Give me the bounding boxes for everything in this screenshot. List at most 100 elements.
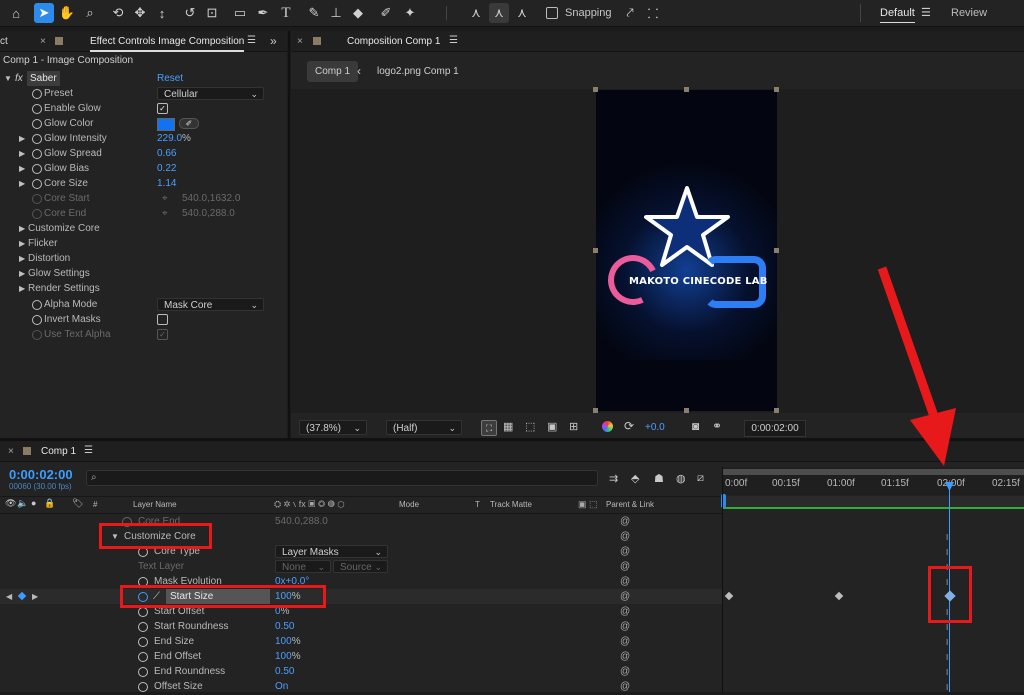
transform-handle[interactable] bbox=[774, 408, 779, 413]
graph-editor-icon[interactable]: ⧄ bbox=[697, 472, 704, 485]
invert-masks-checkbox[interactable] bbox=[157, 314, 168, 325]
eraser-tool-icon[interactable]: ◆ bbox=[348, 3, 368, 23]
orbit-camera-icon[interactable]: ⟲ bbox=[108, 3, 128, 23]
snapping-checkbox[interactable] bbox=[546, 7, 558, 19]
breadcrumb-comp[interactable]: Comp 1 bbox=[307, 61, 359, 82]
selection-tool-icon[interactable]: ➤ bbox=[34, 3, 54, 23]
core-type-dropdown[interactable]: Layer Masks ⌄ bbox=[275, 545, 388, 558]
transform-handle[interactable] bbox=[593, 248, 598, 253]
end-size-value[interactable]: 100 bbox=[275, 636, 292, 647]
composition-canvas[interactable]: MAKOTO CINECODE LAB bbox=[596, 90, 777, 411]
pickwhip-icon[interactable]: @ bbox=[620, 649, 630, 664]
home-icon[interactable]: ⌂ bbox=[6, 3, 26, 23]
next-keyframe-icon[interactable]: ▶ bbox=[32, 589, 38, 604]
zoom-tool-icon[interactable]: ⌕ bbox=[80, 3, 100, 23]
stopwatch-icon[interactable] bbox=[138, 622, 148, 632]
pickwhip-icon[interactable]: @ bbox=[620, 514, 630, 529]
core-size-value[interactable]: 1.14 bbox=[157, 176, 176, 191]
expand-triangle-icon[interactable]: ▶ bbox=[19, 146, 25, 161]
group-render-settings[interactable]: ▶ Render Settings bbox=[0, 281, 287, 296]
pickwhip-icon[interactable]: @ bbox=[620, 589, 630, 604]
expand-triangle-icon[interactable]: ▶ bbox=[19, 236, 25, 251]
zoom-dropdown[interactable]: (37.8%) ⌄ bbox=[299, 420, 367, 435]
glow-spread-value[interactable]: 0.66 bbox=[157, 146, 176, 161]
stopwatch-icon[interactable] bbox=[32, 104, 42, 114]
start-roundness-value[interactable]: 0.50 bbox=[275, 619, 294, 634]
brush-tool-icon[interactable]: ✎ bbox=[304, 3, 324, 23]
end-offset-value[interactable]: 100 bbox=[275, 651, 292, 662]
dolly-camera-icon[interactable]: ↕ bbox=[152, 3, 172, 23]
workspace-review[interactable]: Review bbox=[951, 7, 987, 19]
pickwhip-icon[interactable]: @ bbox=[620, 604, 630, 619]
stopwatch-icon[interactable] bbox=[138, 607, 148, 617]
composition-flowchart-icon[interactable]: ⇉ bbox=[609, 472, 618, 485]
stopwatch-icon[interactable] bbox=[32, 149, 42, 159]
snap-edges-icon[interactable]: ⤤ bbox=[620, 3, 640, 23]
glow-intensity-value[interactable]: 229.0 bbox=[157, 133, 182, 144]
workspace-menu-icon[interactable]: ☰ bbox=[921, 6, 931, 19]
shy-layers-icon[interactable]: ☗ bbox=[654, 472, 664, 485]
transform-handle[interactable] bbox=[593, 408, 598, 413]
enable-glow-checkbox[interactable]: ✓ bbox=[157, 103, 168, 114]
panel-menu-icon[interactable]: ☰ bbox=[84, 445, 93, 456]
tab-timeline-comp[interactable]: Comp 1 bbox=[41, 446, 76, 457]
tab-composition[interactable]: Composition Comp 1 bbox=[347, 36, 440, 47]
transform-handle[interactable] bbox=[593, 87, 598, 92]
pickwhip-icon[interactable]: @ bbox=[620, 574, 630, 589]
prev-keyframe-icon[interactable]: ◀ bbox=[6, 589, 12, 604]
expand-panels-icon[interactable]: » bbox=[270, 34, 277, 48]
reset-exposure-icon[interactable]: ⟳ bbox=[624, 419, 634, 433]
group-distortion[interactable]: ▶ Distortion bbox=[0, 251, 287, 266]
label-tag-icon[interactable]: 🏷 bbox=[72, 498, 83, 509]
expand-triangle-icon[interactable]: ▶ bbox=[19, 176, 25, 191]
transform-handle[interactable] bbox=[684, 87, 689, 92]
collapse-triangle-icon[interactable]: ▼ bbox=[4, 71, 12, 86]
rectangle-tool-icon[interactable]: ▭ bbox=[230, 3, 250, 23]
alpha-mode-dropdown[interactable]: Mask Core ⌄ bbox=[157, 298, 264, 311]
layer-search-input[interactable]: ⌕ bbox=[86, 470, 598, 486]
snapshot-icon[interactable]: ◙ bbox=[692, 419, 699, 433]
stopwatch-icon[interactable] bbox=[32, 134, 42, 144]
effect-name[interactable]: Saber bbox=[27, 71, 60, 86]
axis-world-icon[interactable]: ⋏ bbox=[489, 3, 509, 23]
tab-effect-controls[interactable]: Effect Controls Image Composition bbox=[90, 36, 245, 52]
eyedropper-icon[interactable]: ✐ bbox=[179, 118, 199, 129]
pickwhip-icon[interactable]: @ bbox=[620, 634, 630, 649]
fast-previews-icon[interactable]: ⛶ bbox=[481, 420, 497, 436]
breadcrumb-sub[interactable]: logo2.png Comp 1 bbox=[377, 66, 459, 77]
expand-triangle-icon[interactable]: ▶ bbox=[19, 161, 25, 176]
region-of-interest-icon[interactable]: ▣ bbox=[547, 420, 557, 433]
panel-menu-icon[interactable]: ☰ bbox=[247, 35, 256, 46]
stopwatch-icon[interactable] bbox=[138, 637, 148, 647]
snap-features-icon[interactable]: ⸬ bbox=[643, 3, 663, 23]
show-snapshot-icon[interactable]: ⚭ bbox=[712, 419, 722, 433]
close-icon[interactable]: × bbox=[40, 36, 46, 47]
stopwatch-icon[interactable] bbox=[32, 179, 42, 189]
group-flicker[interactable]: ▶ Flicker bbox=[0, 236, 287, 251]
rotate-tool-icon[interactable]: ↺ bbox=[180, 3, 200, 23]
add-keyframe-icon[interactable] bbox=[17, 591, 27, 601]
exposure-value[interactable]: +0.0 bbox=[645, 422, 665, 433]
pickwhip-icon[interactable]: @ bbox=[620, 664, 630, 679]
transform-handle[interactable] bbox=[684, 408, 689, 413]
pickwhip-icon[interactable]: @ bbox=[620, 529, 630, 544]
current-time-display[interactable]: 0:00:02:00 bbox=[9, 467, 73, 482]
end-roundness-value[interactable]: 0.50 bbox=[275, 664, 294, 679]
puppet-pin-icon[interactable]: ✦ bbox=[400, 3, 420, 23]
stopwatch-icon[interactable] bbox=[32, 89, 42, 99]
axis-view-icon[interactable]: ⋏ bbox=[512, 3, 532, 23]
eye-icon[interactable]: 👁 bbox=[5, 498, 16, 509]
workspace-default[interactable]: Default bbox=[880, 7, 915, 23]
resolution-dropdown[interactable]: (Half) ⌄ bbox=[386, 420, 462, 435]
stopwatch-icon[interactable] bbox=[138, 652, 148, 662]
transparency-grid-icon[interactable]: ▦ bbox=[503, 420, 513, 433]
tab-project[interactable]: ct bbox=[0, 36, 8, 47]
type-tool-icon[interactable]: T bbox=[276, 3, 296, 23]
clone-stamp-icon[interactable]: ⊥ bbox=[326, 3, 346, 23]
solo-icon[interactable]: ● bbox=[31, 498, 36, 508]
frame-blending-icon[interactable]: ◍ bbox=[676, 472, 686, 485]
expand-triangle-icon[interactable]: ▶ bbox=[19, 266, 25, 281]
glow-color-swatch[interactable] bbox=[157, 118, 175, 131]
pickwhip-icon[interactable]: @ bbox=[620, 544, 630, 559]
reset-link[interactable]: Reset bbox=[157, 71, 183, 86]
